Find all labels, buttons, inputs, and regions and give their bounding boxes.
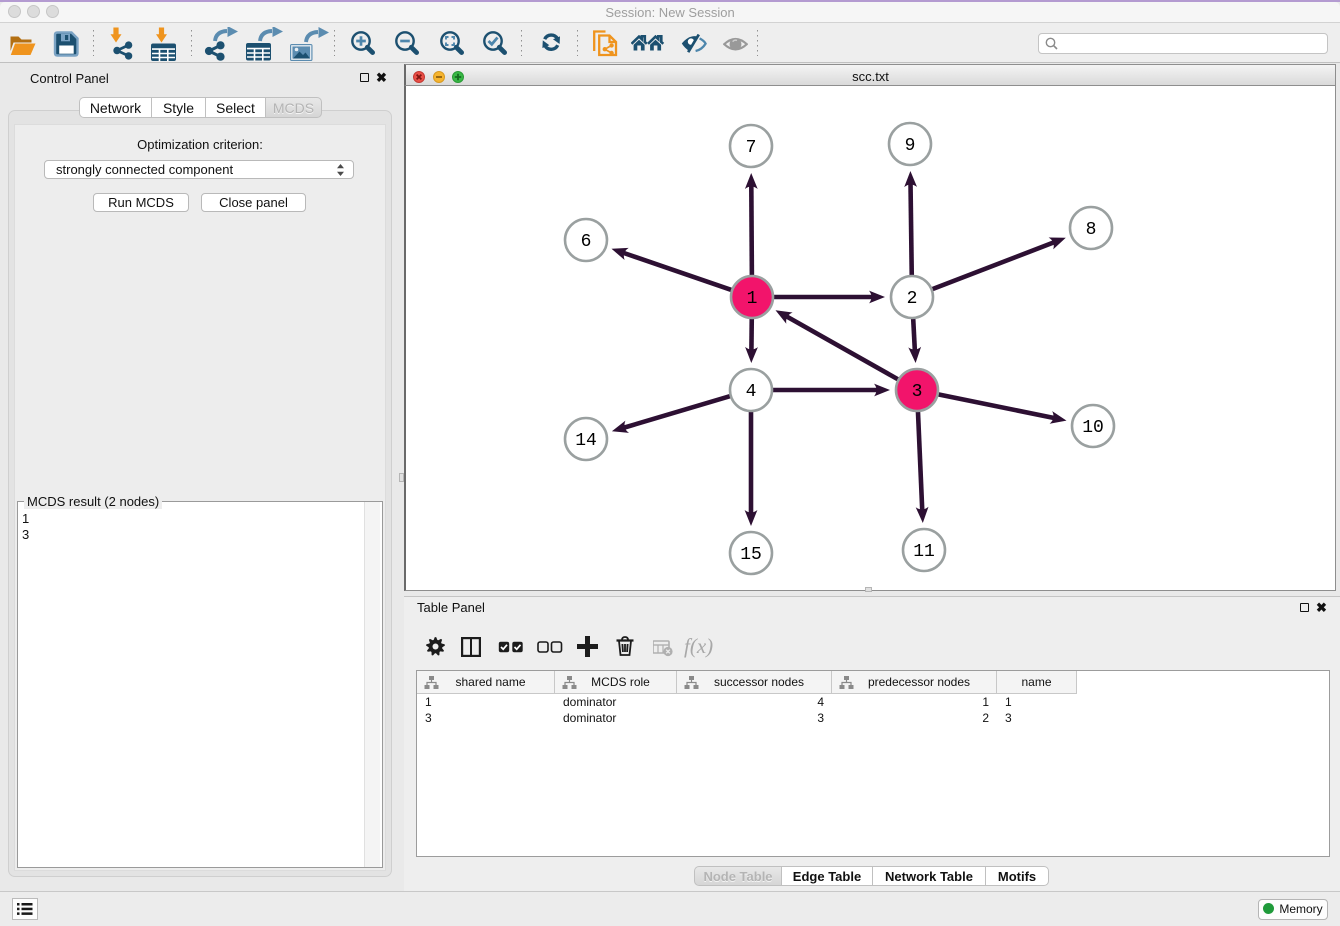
svg-text:8: 8	[1086, 220, 1097, 240]
svg-text:1: 1	[747, 289, 758, 309]
svg-text:9: 9	[905, 136, 916, 156]
svg-text:14: 14	[575, 431, 597, 451]
svg-text:15: 15	[740, 545, 762, 565]
svg-text:11: 11	[913, 542, 935, 562]
svg-text:10: 10	[1082, 418, 1104, 438]
svg-text:3: 3	[912, 382, 923, 402]
svg-text:2: 2	[907, 289, 918, 309]
svg-text:6: 6	[581, 232, 592, 252]
svg-text:7: 7	[746, 138, 757, 158]
svg-text:4: 4	[746, 382, 757, 402]
